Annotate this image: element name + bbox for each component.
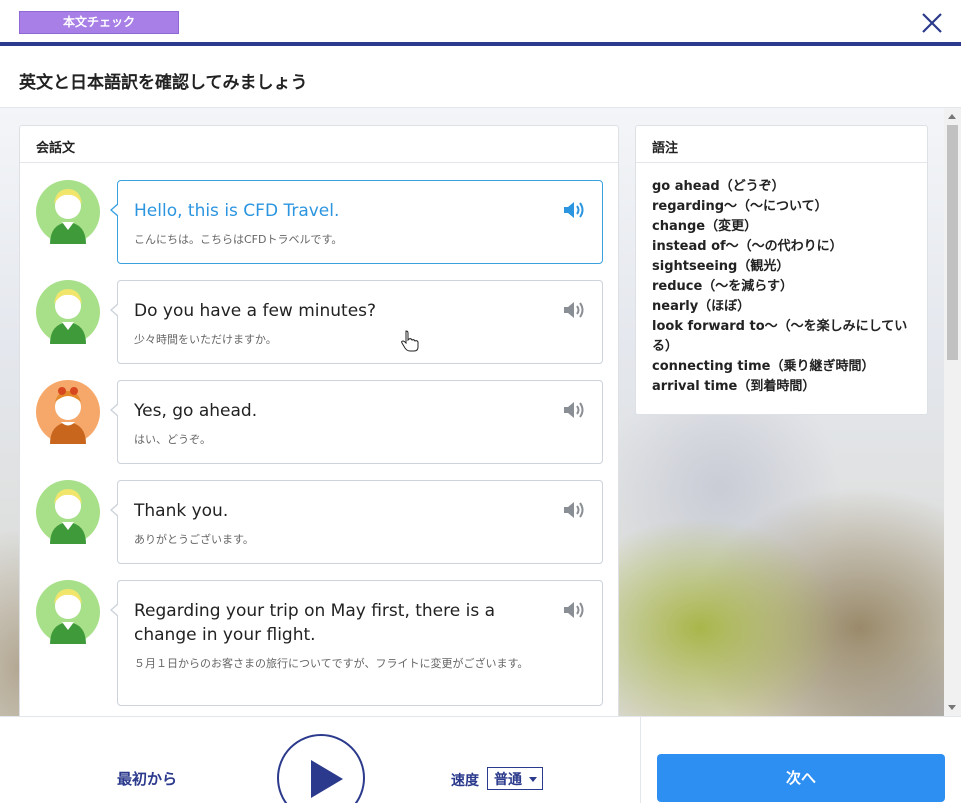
female-avatar-icon xyxy=(36,380,100,444)
glossary-item: sightseeing（観光） xyxy=(652,259,790,274)
conversation-title: 会話文 xyxy=(20,126,618,163)
english-line: Hello, this is CFD Travel. xyxy=(134,201,340,221)
glossary-item: connecting time（乗り継ぎ時間） xyxy=(652,359,875,374)
playback-footer: 最初から 速度 普通 次へ xyxy=(0,716,961,803)
speed-label: 速度 xyxy=(451,773,479,789)
glossary-item: go ahead（どうぞ） xyxy=(652,179,785,194)
male-avatar-icon xyxy=(36,480,100,544)
play-icon xyxy=(311,760,343,798)
glossary-item: nearly（ほぼ） xyxy=(652,299,751,314)
english-line: Do you have a few minutes? xyxy=(134,301,377,321)
glossary-item: regarding〜（〜について） xyxy=(652,199,828,214)
male-avatar-icon xyxy=(36,580,100,644)
male-avatar-icon xyxy=(36,180,100,244)
next-button[interactable]: 次へ xyxy=(657,754,945,802)
japanese-translation: こんにちは。こちらはCFDトラベルです。 xyxy=(134,233,343,246)
scroll-thumb[interactable] xyxy=(947,125,958,360)
glossary-item: instead of〜（〜の代わりに） xyxy=(652,239,843,254)
scroll-up-icon[interactable] xyxy=(948,114,956,119)
restart-button[interactable]: 最初から xyxy=(117,768,177,789)
dialogue-bubble[interactable]: Hello, this is CFD Travel. こんにちは。こちらはCFD… xyxy=(110,180,603,264)
english-line: Thank you. xyxy=(134,501,229,521)
glossary-item: change（変更） xyxy=(652,219,758,234)
play-button[interactable] xyxy=(277,734,365,803)
speaker-icon[interactable] xyxy=(562,201,586,219)
glossary-panel: 語注 go ahead（どうぞ） regarding〜（〜について） chang… xyxy=(635,125,928,415)
dialogue-bubble[interactable]: Regarding your trip on May first, there … xyxy=(110,580,603,706)
dialogue-bubble[interactable]: Thank you. ありがとうございます。 xyxy=(110,480,603,564)
japanese-translation: はい、どうぞ。 xyxy=(134,433,211,446)
page-title: 英文と日本語訳を確認してみましょう xyxy=(19,73,308,93)
scroll-down-icon[interactable] xyxy=(948,705,956,710)
dialogue-bubble[interactable]: Do you have a few minutes? 少々時間をいただけますか。 xyxy=(110,280,603,364)
chevron-down-icon xyxy=(529,777,537,782)
hand-cursor-icon xyxy=(401,330,419,352)
speaker-icon[interactable] xyxy=(562,601,586,619)
male-avatar-icon xyxy=(36,280,100,344)
glossary-list: go ahead（どうぞ） regarding〜（〜について） change（変… xyxy=(636,163,927,397)
vertical-scrollbar[interactable] xyxy=(944,108,961,716)
content-area: 会話文 Hello, this is CFD Travel. こんにちは。こちら… xyxy=(0,108,944,716)
section-badge: 本文チェック xyxy=(19,11,179,34)
japanese-translation: 少々時間をいただけますか。 xyxy=(134,333,277,346)
glossary-item: reduce（〜を減らす） xyxy=(652,279,794,294)
speed-select[interactable]: 普通 xyxy=(487,767,543,790)
top-bar: 本文チェック xyxy=(0,0,961,46)
speaker-icon[interactable] xyxy=(562,301,586,319)
close-icon[interactable] xyxy=(917,8,947,38)
english-line: Regarding your trip on May first, there … xyxy=(134,601,496,645)
glossary-item: look forward to〜（〜を楽しみにしている） xyxy=(652,319,908,354)
speed-value: 普通 xyxy=(494,772,522,788)
speaker-icon[interactable] xyxy=(562,501,586,519)
japanese-translation: ５月１日からのお客さまの旅行についてですが、フライトに変更がございます。 xyxy=(134,657,529,670)
glossary-title: 語注 xyxy=(636,126,927,163)
conversation-panel: 会話文 Hello, this is CFD Travel. こんにちは。こちら… xyxy=(19,125,619,716)
english-line: Yes, go ahead. xyxy=(134,401,258,421)
speaker-icon[interactable] xyxy=(562,401,586,419)
page-heading: 英文と日本語訳を確認してみましょう xyxy=(0,50,961,108)
glossary-item: arrival time（到着時間） xyxy=(652,379,816,394)
dialogue-bubble[interactable]: Yes, go ahead. はい、どうぞ。 xyxy=(110,380,603,464)
footer-divider xyxy=(640,717,641,803)
japanese-translation: ありがとうございます。 xyxy=(134,533,254,546)
